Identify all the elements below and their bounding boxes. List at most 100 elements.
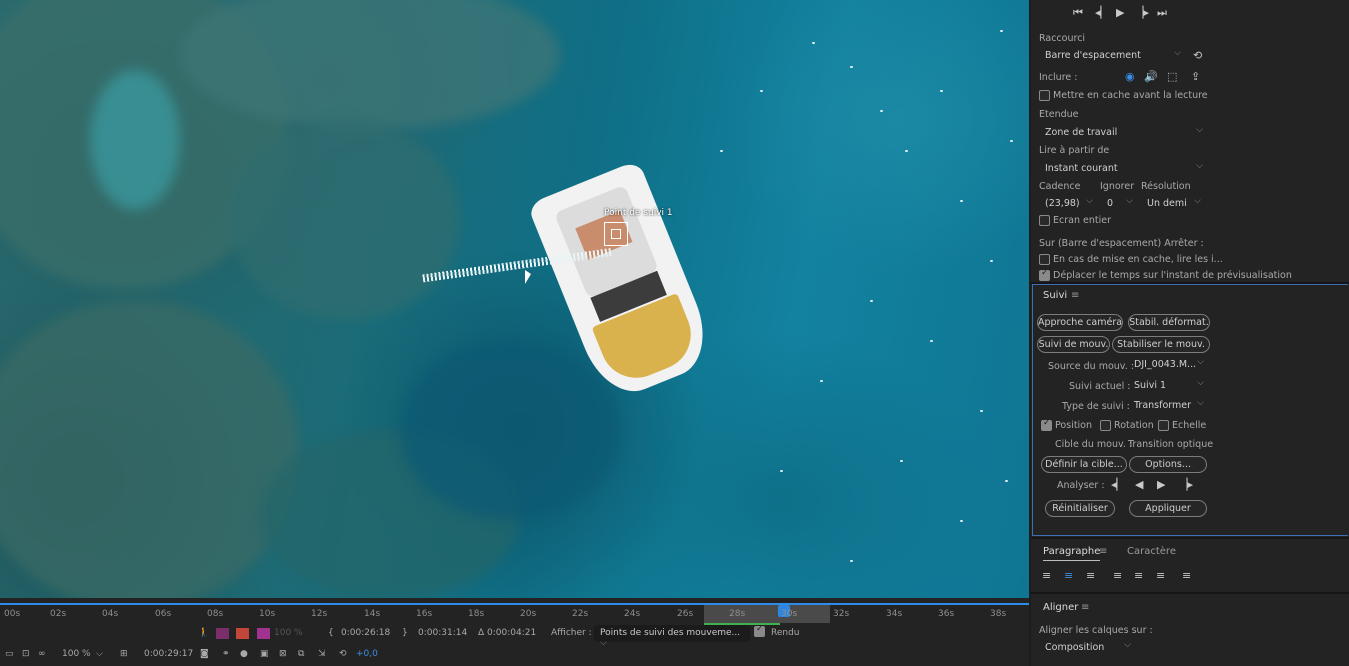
raccourci-dropdown[interactable]: Barre d'espacement — [1039, 48, 1185, 64]
label-swatch-icon[interactable] — [236, 628, 249, 639]
ecran-option[interactable]: Ecran entier — [1039, 215, 1111, 226]
tab-caractere[interactable]: Caractère — [1127, 546, 1176, 557]
region-icon[interactable]: ⊡ — [22, 649, 30, 659]
aligner-sur-label: Aligner les calques sur : — [1039, 625, 1153, 636]
ruler-tick: 12s — [311, 609, 328, 619]
tab-paragraphe[interactable]: Paragraphe — [1043, 546, 1101, 561]
duration: Δ 0:00:04:21 — [478, 628, 537, 638]
analyze-forward-frame-icon[interactable]: ▕▸ — [1179, 478, 1193, 491]
color-channels-icon[interactable]: ● — [240, 649, 248, 659]
type-dropdown[interactable]: Transformer — [1128, 398, 1208, 414]
skip-last-icon[interactable]: ⏭ — [1157, 6, 1167, 20]
chevron-down-icon[interactable]: ⌵ — [96, 649, 103, 659]
menu-icon[interactable]: ≡ — [1071, 290, 1079, 301]
skip-first-icon[interactable]: ⏮ — [1073, 6, 1083, 20]
out-point-icon[interactable]: } — [402, 628, 408, 638]
in-point-icon[interactable]: { — [328, 628, 334, 638]
export-icon[interactable]: ⇪ — [1191, 70, 1200, 83]
afficher-dropdown[interactable]: Points de suivi des mouveme... ⌵ — [594, 625, 750, 648]
ignorer-dropdown[interactable]: 0 — [1101, 196, 1137, 212]
transparency-grid-icon[interactable]: ▣ — [260, 649, 269, 659]
video-eye-icon[interactable]: ◉ — [1125, 70, 1135, 83]
overlay-icon[interactable]: ⬚ — [1167, 70, 1177, 83]
align-right-icon[interactable]: ≡ — [1086, 569, 1095, 582]
ruler-tick: 18s — [468, 609, 485, 619]
fit-frame-icon[interactable]: ⊞ — [120, 649, 128, 659]
cache-option[interactable]: Mettre en cache avant la lecture — [1039, 90, 1208, 101]
suivi-mouv-button[interactable]: Suivi de mouv. — [1037, 336, 1110, 353]
water-sparkle — [940, 90, 943, 92]
label-swatch-icon[interactable] — [216, 628, 229, 639]
justify-left-icon[interactable]: ≡ — [1113, 569, 1122, 582]
analyze-forward-icon[interactable]: ▶ — [1157, 478, 1165, 491]
monitor-icon[interactable]: ▭ — [5, 649, 14, 659]
etendue-dropdown[interactable]: Zone de travail — [1039, 125, 1207, 141]
source-dropdown[interactable]: DJI_0043.M... — [1128, 357, 1208, 373]
exposure-value[interactable]: +0,0 — [356, 649, 378, 659]
analyser-label: Analyser : — [1057, 480, 1105, 491]
suivi-actuel-dropdown[interactable]: Suivi 1 — [1128, 378, 1208, 394]
menu-icon[interactable]: ≡ — [1099, 546, 1107, 557]
link-icon[interactable]: ⚭ — [222, 649, 230, 659]
stabil-deformat-button[interactable]: Stabil. déformat. — [1128, 314, 1210, 331]
grid-icon[interactable]: ⊠ — [279, 649, 287, 659]
source-label: Source du mouv. : — [1048, 361, 1134, 372]
reset-icon[interactable]: ⟲ — [1193, 49, 1202, 62]
cache-opt[interactable]: En cas de mise en cache, lire les i... — [1039, 254, 1223, 265]
step-back-icon[interactable]: ◂▏ — [1095, 6, 1109, 19]
reinitialiser-button[interactable]: Réinitialiser — [1045, 500, 1115, 517]
ruler-tick: 32s — [833, 609, 850, 619]
definir-cible-button[interactable]: Définir la cible... — [1041, 456, 1127, 473]
reset-exposure-icon[interactable]: ⟲ — [339, 649, 347, 659]
align-center-icon[interactable]: ≡ — [1064, 569, 1073, 582]
aligner-sur-dropdown[interactable]: Composition — [1039, 640, 1135, 656]
time-ruler[interactable]: 00s 02s 04s 06s 08s 10s 12s 14s 16s 18s … — [0, 603, 1029, 625]
ruler-tick: 10s — [259, 609, 276, 619]
options-button[interactable]: Options... — [1129, 456, 1207, 473]
person-icon[interactable]: 🚶 — [198, 628, 209, 638]
composition-viewer[interactable]: Point de suivi 1 — [0, 0, 1029, 598]
audio-icon[interactable]: 🔊 — [1144, 70, 1158, 83]
afficher-value: Points de suivi des mouveme... — [600, 628, 741, 638]
work-area[interactable] — [704, 605, 830, 623]
cadence-dropdown[interactable]: (23,98) — [1039, 196, 1097, 212]
water-sparkle — [720, 150, 723, 152]
menu-icon[interactable]: ≡ — [1081, 602, 1089, 613]
analyze-back-icon[interactable]: ◀ — [1135, 478, 1143, 491]
lire-dropdown[interactable]: Instant courant — [1039, 161, 1207, 177]
justify-right-icon[interactable]: ≡ — [1156, 569, 1165, 582]
current-time[interactable]: 0:00:29:17 — [144, 649, 193, 659]
resolution-dropdown[interactable]: Un demi — [1141, 196, 1205, 212]
region-interest-icon[interactable]: ⧉ — [298, 649, 304, 659]
track-point-feature-region[interactable] — [611, 229, 621, 239]
justify-all-icon[interactable]: ≡ — [1182, 569, 1191, 582]
camera-icon[interactable]: ◙ — [200, 649, 209, 659]
in-time[interactable]: 0:00:26:18 — [341, 628, 390, 638]
track-point-label: Point de suivi 1 — [604, 208, 673, 218]
stabiliser-mouv-button[interactable]: Stabiliser le mouv. — [1112, 336, 1210, 353]
roi-icon[interactable]: ⇲ — [318, 649, 326, 659]
rendu-checkbox[interactable] — [754, 624, 765, 637]
play-icon[interactable]: ▶ — [1116, 6, 1124, 19]
water-sparkle — [930, 340, 933, 342]
align-left-icon[interactable]: ≡ — [1042, 569, 1051, 582]
divider — [1031, 592, 1349, 594]
appliquer-button[interactable]: Appliquer — [1129, 500, 1207, 517]
analyze-back-frame-icon[interactable]: ◂▏ — [1111, 478, 1125, 491]
timeline-bar: 00s 02s 04s 06s 08s 10s 12s 14s 16s 18s … — [0, 598, 1029, 666]
label-swatch-icon[interactable] — [257, 628, 270, 639]
goggles-icon[interactable]: ∞ — [38, 649, 46, 659]
justify-center-icon[interactable]: ≡ — [1134, 569, 1143, 582]
rotation-option[interactable]: Rotation — [1100, 420, 1154, 431]
deplacer-opt[interactable]: Déplacer le temps sur l'instant de prévi… — [1039, 270, 1292, 282]
ruler-tick: 16s — [416, 609, 433, 619]
suivi-title[interactable]: Suivi — [1043, 290, 1067, 301]
aligner-title[interactable]: Aligner — [1043, 602, 1078, 613]
ruler-tick: 14s — [364, 609, 381, 619]
position-option[interactable]: Position — [1041, 418, 1092, 431]
approche-camera-button[interactable]: Approche caméra — [1037, 314, 1123, 331]
zoom-level[interactable]: 100 % — [62, 649, 91, 659]
step-forward-icon[interactable]: ▕▸ — [1135, 6, 1149, 19]
echelle-option[interactable]: Echelle — [1158, 420, 1206, 431]
out-time[interactable]: 0:00:31:14 — [418, 628, 467, 638]
